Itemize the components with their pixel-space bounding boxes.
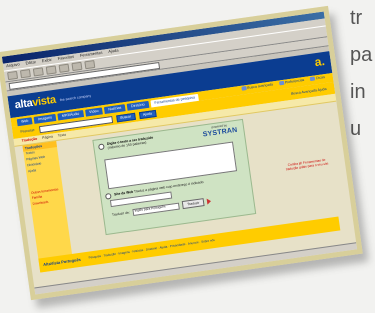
stop-icon[interactable] (32, 67, 44, 77)
preferences-icon (278, 80, 285, 86)
translation-box: Digite o texto a ser traduzido (máximo d… (92, 118, 257, 236)
url-radio[interactable] (104, 192, 112, 200)
help-button[interactable]: Ajuda (138, 109, 157, 119)
footer-brand: AltaVista Português (42, 256, 82, 267)
tips-link[interactable]: Dicas (309, 75, 325, 82)
forward-icon[interactable] (19, 69, 31, 79)
browser-window: Arquivo Editar Exibir Favoritos Ferramen… (1, 11, 358, 295)
search-button[interactable]: Buscar (115, 112, 136, 122)
translate-button[interactable]: Traduzir (181, 198, 205, 210)
text-option-label: Digite o texto a ser traduzido (máximo d… (106, 135, 154, 151)
advanced-search-icon (241, 86, 247, 91)
tagline: the search company (59, 93, 92, 103)
favorites-icon[interactable] (84, 59, 96, 70)
back-icon[interactable] (7, 70, 19, 81)
altavista-badge: a. (313, 53, 326, 70)
print-line: u (350, 118, 362, 140)
arrow-icon (206, 198, 212, 205)
language-label: Traduzir de: (111, 210, 131, 217)
refresh-icon[interactable] (45, 65, 57, 75)
print-line: pa (350, 44, 373, 66)
sidebar: Traduções Textos Páginas Web Dicionário … (22, 141, 74, 273)
promo-text[interactable]: Confira já! Ferramentas de tradução grát… (284, 157, 329, 172)
search-label: Procurar: (20, 127, 36, 134)
search-icon[interactable] (71, 61, 83, 72)
print-line: tr (350, 7, 363, 29)
home-icon[interactable] (58, 63, 70, 73)
background-print-text: tr pa in u (350, 0, 375, 148)
language-select[interactable]: Inglês para Português (132, 202, 180, 216)
text-radio[interactable] (97, 143, 105, 151)
altavista-logo[interactable]: altavista (14, 94, 57, 113)
preferences-link[interactable]: Preferências (278, 78, 305, 86)
tips-icon (309, 76, 316, 82)
screenshot-photo: Arquivo Editar Exibir Favoritos Ferramen… (0, 5, 363, 301)
print-line: in (350, 81, 366, 103)
